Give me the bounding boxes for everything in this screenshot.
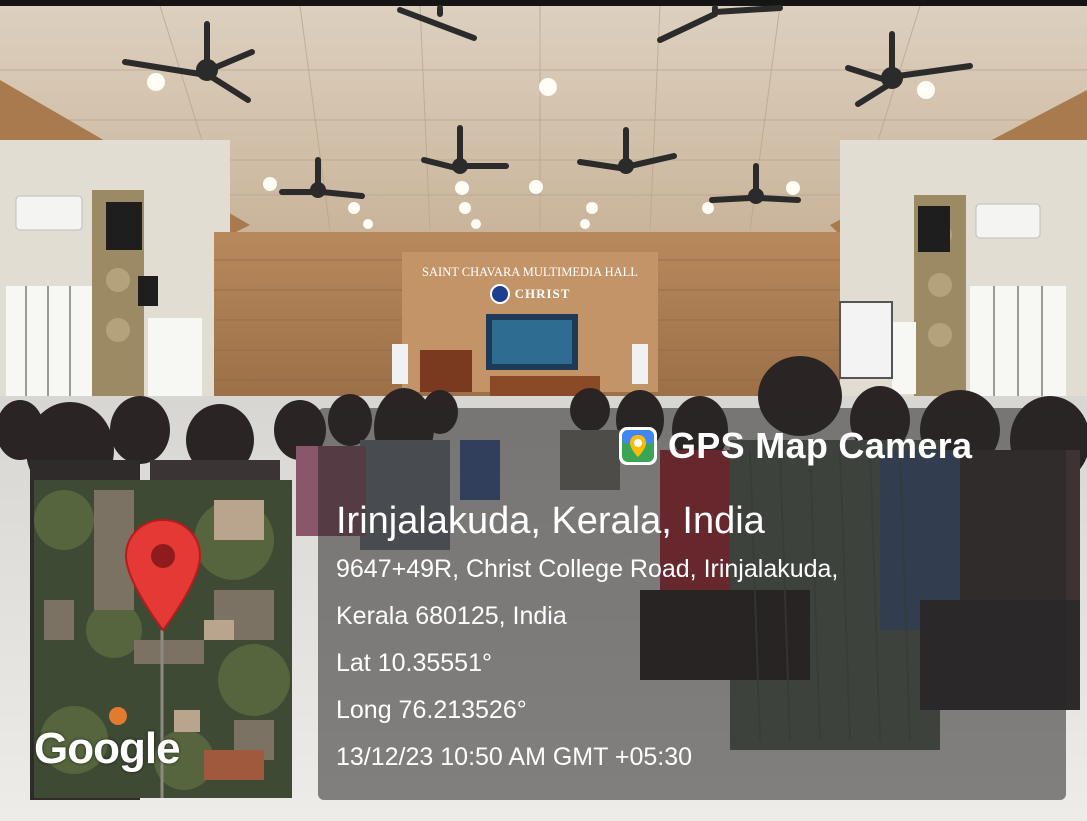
satellite-map-thumbnail: Google [34,480,292,798]
google-logo: Google [34,724,181,773]
address-line-1: 9647+49R, Christ College Road, Irinjalak… [336,555,839,583]
place-name: Irinjalakuda, Kerala, India [336,500,765,542]
latitude: Lat 10.35551° [336,649,492,677]
address-line-2: Kerala 680125, India [336,602,567,630]
map-pin-icon [124,518,202,632]
timestamp: 13/12/23 10:50 AM GMT +05:30 [336,743,693,771]
app-brand: GPS Map Camera [618,420,972,472]
app-brand-name: GPS Map Camera [668,425,973,466]
longitude: Long 76.213526° [336,696,527,724]
gps-map-camera-app-icon [619,427,657,465]
hall-title: SAINT CHAVARA MULTIMEDIA HALL [422,265,638,279]
location-details: Irinjalakuda, Kerala, India 9647+49R, Ch… [336,496,1056,781]
college-emblem-icon [489,284,510,304]
hall-sign: SAINT CHAVARA MULTIMEDIA HALL CHRIST [414,265,646,304]
college-name: CHRIST [514,286,571,301]
